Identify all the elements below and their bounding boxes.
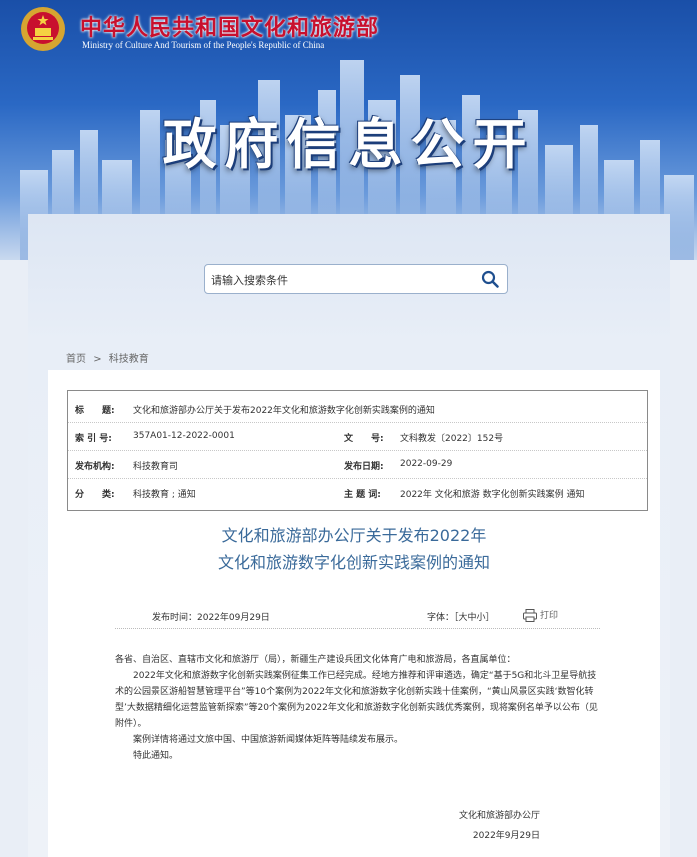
meta-title-value: 文化和旅游部办公厅关于发布2022年文化和旅游数字化创新实践案例的通知	[133, 406, 435, 416]
document-title-line1: 文化和旅游部办公厅关于发布2022年	[221, 526, 487, 545]
meta-subject-label: 主 题 词:	[344, 490, 381, 500]
breadcrumb-current-link[interactable]: 科技教育	[109, 350, 149, 365]
breadcrumb: 首页 > 科技教育	[66, 350, 149, 365]
search-input[interactable]	[209, 269, 473, 291]
signature-date: 2022年9月29日	[472, 831, 540, 841]
meta-row-org: 发布机构: 科技教育司 发布日期: 2022-09-29	[68, 450, 647, 479]
meta-date-value: 2022-09-29	[400, 459, 453, 469]
breadcrumb-separator: >	[93, 354, 102, 365]
meta-subject-value: 2022年 文化和旅游 数字化创新实践案例 通知	[400, 490, 585, 500]
salutation: 各省、自治区、直辖市文化和旅游厅（局），新疆生产建设兵团文化体育广电和旅游局，各…	[115, 655, 516, 665]
font-size-control[interactable]: 字体：［大中小］	[427, 610, 495, 623]
meta-index-label: 索 引 号:	[75, 434, 112, 444]
search-box	[204, 264, 508, 294]
document-body: 各省、自治区、直辖市文化和旅游厅（局），新疆生产建设兵团文化体育广电和旅游局，各…	[115, 652, 600, 764]
search-icon[interactable]	[481, 270, 499, 288]
paragraph-3: 特此通知。	[133, 751, 179, 761]
meta-category-value: 科技教育 ; 通知	[133, 490, 196, 500]
meta-row-title: 标 题: 文化和旅游部办公厅关于发布2022年文化和旅游数字化创新实践案例的通知	[68, 394, 647, 423]
paragraph-2: 案例详情将通过文旅中国、中国旅游新闻媒体矩阵等陆续发布展示。	[133, 735, 404, 745]
publish-time: 发布时间：2022年09月29日	[152, 613, 270, 623]
signature-org: 文化和旅游部办公厅	[458, 811, 540, 821]
paragraph-1: 2022年文化和旅游数字化创新实践案例征集工作已经完成。经地方推荐和评审遴选，确…	[115, 671, 598, 729]
signature-block: 文化和旅游部办公厅 2022年9月29日	[440, 806, 540, 846]
publish-info-bar: 发布时间：2022年09月29日 字体：［大中小］ 打印	[115, 606, 600, 629]
meta-title-label: 标 题:	[75, 406, 115, 416]
site-name-en: Ministry of Culture And Tourism of the P…	[82, 40, 325, 50]
printer-icon	[523, 609, 537, 622]
meta-category-label: 分 类:	[75, 490, 115, 500]
print-button[interactable]: 打印	[523, 608, 558, 622]
site-name-cn: 中华人民共和国文化和旅游部	[80, 15, 380, 41]
meta-index-value: 357A01-12-2022-0001	[133, 431, 235, 441]
meta-date-label: 发布日期:	[344, 462, 384, 472]
document-title-line2: 文化和旅游数字化创新实践案例的通知	[217, 553, 490, 572]
meta-row-index: 索 引 号: 357A01-12-2022-0001 文 号: 文科教发〔202…	[68, 422, 647, 451]
meta-row-category: 分 类: 科技教育 ; 通知 主 题 词: 2022年 文化和旅游 数字化创新实…	[68, 478, 647, 506]
meta-docno-value: 文科教发〔2022〕152号	[400, 434, 504, 444]
breadcrumb-home-link[interactable]: 首页	[66, 350, 86, 365]
national-emblem-icon	[21, 7, 65, 51]
meta-org-label: 发布机构:	[75, 462, 115, 472]
print-label: 打印	[540, 611, 559, 621]
hero-title: 政府信息公开	[162, 113, 535, 176]
meta-org-value: 科技教育司	[133, 462, 179, 472]
metadata-table: 标 题: 文化和旅游部办公厅关于发布2022年文化和旅游数字化创新实践案例的通知…	[67, 390, 648, 511]
meta-docno-label: 文 号:	[344, 434, 384, 444]
document-title: 文化和旅游部办公厅关于发布2022年 文化和旅游数字化创新实践案例的通知	[48, 522, 660, 576]
